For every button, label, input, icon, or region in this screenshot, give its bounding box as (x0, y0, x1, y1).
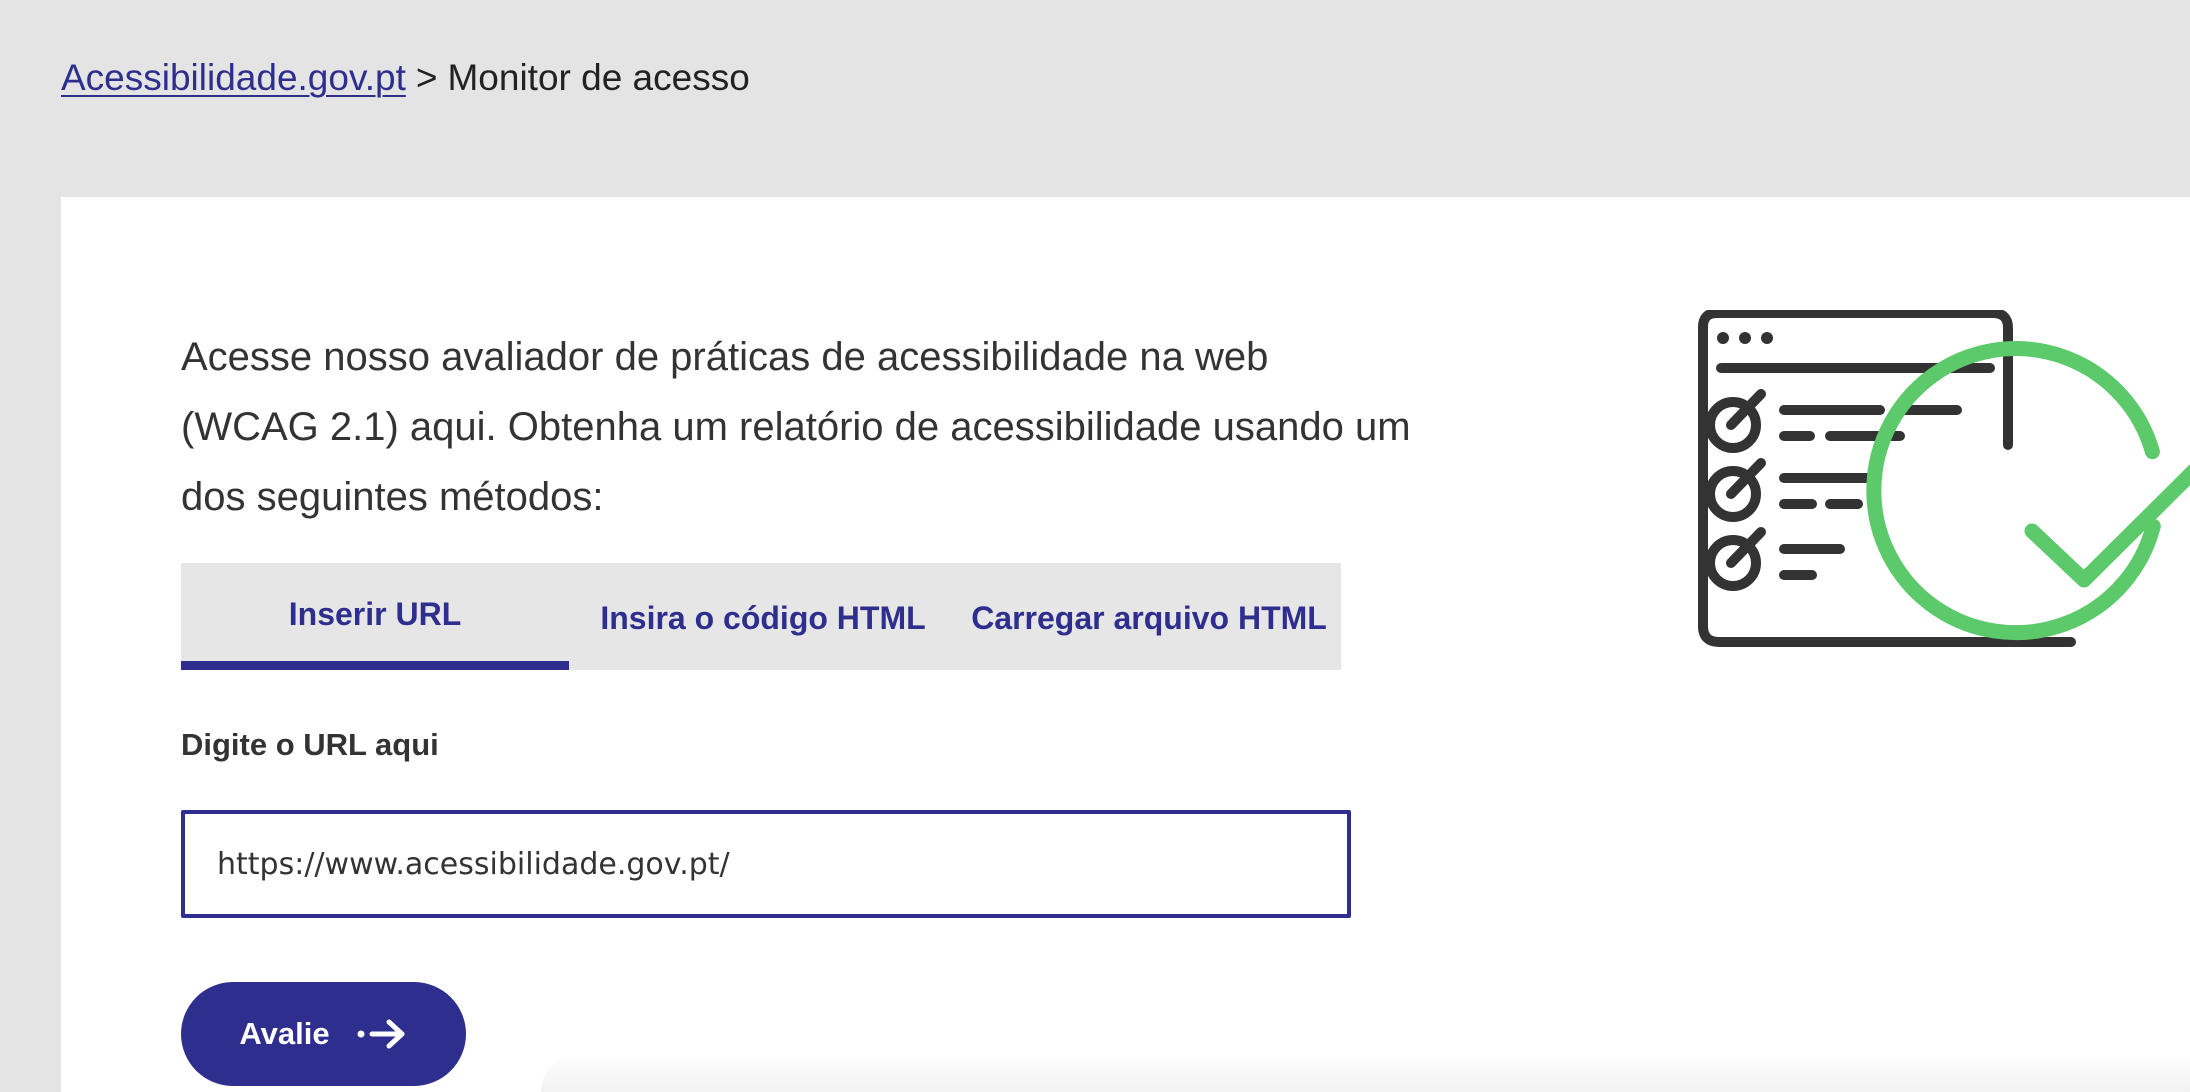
tab-insert-html-code[interactable]: Insira o código HTML (569, 563, 957, 670)
tab-insert-url[interactable]: Inserir URL (181, 563, 569, 670)
tab-upload-html-file[interactable]: Carregar arquivo HTML (957, 563, 1341, 670)
main-card: Acesse nosso avaliador de práticas de ac… (61, 197, 2190, 1092)
arrow-right-icon (357, 1019, 405, 1049)
url-input[interactable] (181, 810, 1351, 918)
breadcrumb-current: Monitor de acesso (447, 57, 750, 98)
url-field-label: Digite o URL aqui (181, 727, 439, 762)
tab-label: Inserir URL (288, 595, 462, 632)
evaluate-button[interactable]: Avalie (181, 982, 466, 1086)
breadcrumb-home-link[interactable]: Acessibilidade.gov.pt (61, 57, 406, 98)
intro-text: Acesse nosso avaliador de práticas de ac… (181, 335, 1411, 519)
tab-label: Carregar arquivo HTML (971, 600, 1327, 636)
tab-label: Insira o código HTML (600, 600, 926, 636)
method-tabs: Inserir URL Insira o código HTML Carrega… (181, 563, 1341, 670)
evaluate-button-label: Avalie (239, 1016, 330, 1051)
checklist-check-icon (1698, 310, 2190, 647)
breadcrumb-separator: > (415, 57, 438, 98)
bottom-shadow (541, 1052, 2190, 1092)
breadcrumb: Acessibilidade.gov.pt > Monitor de acesso (61, 50, 750, 106)
